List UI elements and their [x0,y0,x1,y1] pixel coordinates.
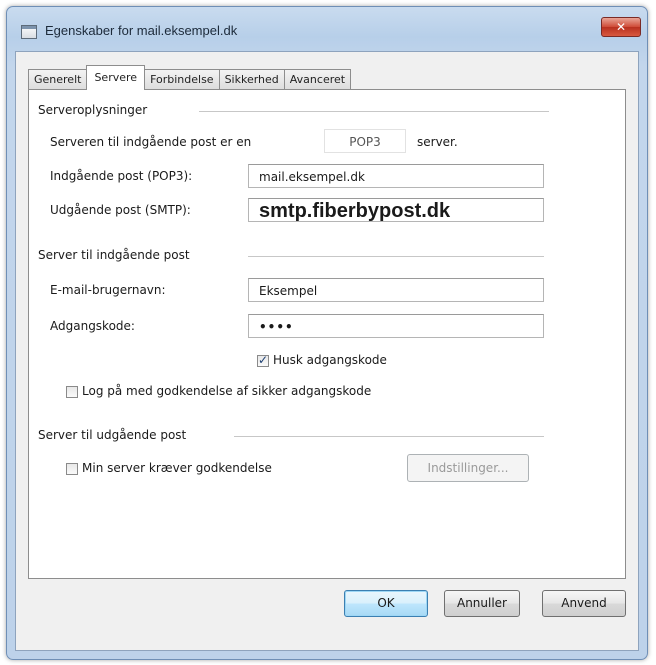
group-divider [199,111,549,112]
close-button[interactable]: ✕ [601,17,641,37]
tab-forbindelse[interactable]: Forbindelse [144,69,220,90]
tab-panel-servere: Serveroplysninger Serveren til indgående… [28,89,626,579]
incoming-mail-field[interactable]: mail.eksempel.dk [248,164,544,188]
outgoing-mail-label: Udgående post (SMTP): [50,203,191,217]
username-field[interactable]: Eksempel [248,278,544,302]
tab-sikkerhed[interactable]: Sikkerhed [218,69,285,90]
ok-button[interactable]: OK [344,590,428,617]
tab-strip: Generelt Servere Forbindelse Sikkerhed A… [28,64,352,90]
secure-auth-label[interactable]: Log på med godkendelse af sikker adgangs… [82,384,371,398]
outgoing-server-group-title: Server til udgående post [38,428,187,442]
group-divider [234,436,544,437]
group-divider [248,256,544,257]
incoming-type-label: Serveren til indgående post er en [50,135,252,149]
window-icon [21,25,37,39]
remember-password-checkbox[interactable] [257,353,269,367]
remember-password-label[interactable]: Husk adgangskode [273,353,387,367]
requires-auth-label[interactable]: Min server kræver godkendelse [82,461,272,475]
incoming-mail-label: Indgående post (POP3): [50,169,193,183]
secure-auth-checkbox[interactable] [66,386,78,398]
password-field[interactable]: •••• [248,314,544,338]
properties-dialog: Egenskaber for mail.eksempel.dk ✕ Genere… [6,6,648,660]
dialog-client-area: Generelt Servere Forbindelse Sikkerhed A… [15,51,639,651]
incoming-type-suffix: server. [417,135,458,149]
tab-avanceret[interactable]: Avanceret [283,69,352,90]
outgoing-mail-field[interactable]: smtp.fiberbypost.dk [248,198,544,222]
requires-auth-checkbox[interactable] [66,463,78,475]
username-label: E-mail-brugernavn: [50,283,166,297]
tab-servere[interactable]: Servere [86,65,146,90]
apply-button[interactable]: Anvend [542,590,626,617]
settings-button[interactable]: Indstillinger... [407,454,529,482]
cancel-button[interactable]: Annuller [444,590,520,617]
incoming-server-group-title: Server til indgående post [38,248,190,262]
incoming-server-type: POP3 [324,129,406,153]
server-info-group-title: Serveroplysninger [38,103,148,117]
window-title: Egenskaber for mail.eksempel.dk [45,23,238,38]
tab-generelt[interactable]: Generelt [28,69,88,90]
password-label: Adgangskode: [50,319,135,333]
title-bar[interactable]: Egenskaber for mail.eksempel.dk ✕ [7,7,647,51]
